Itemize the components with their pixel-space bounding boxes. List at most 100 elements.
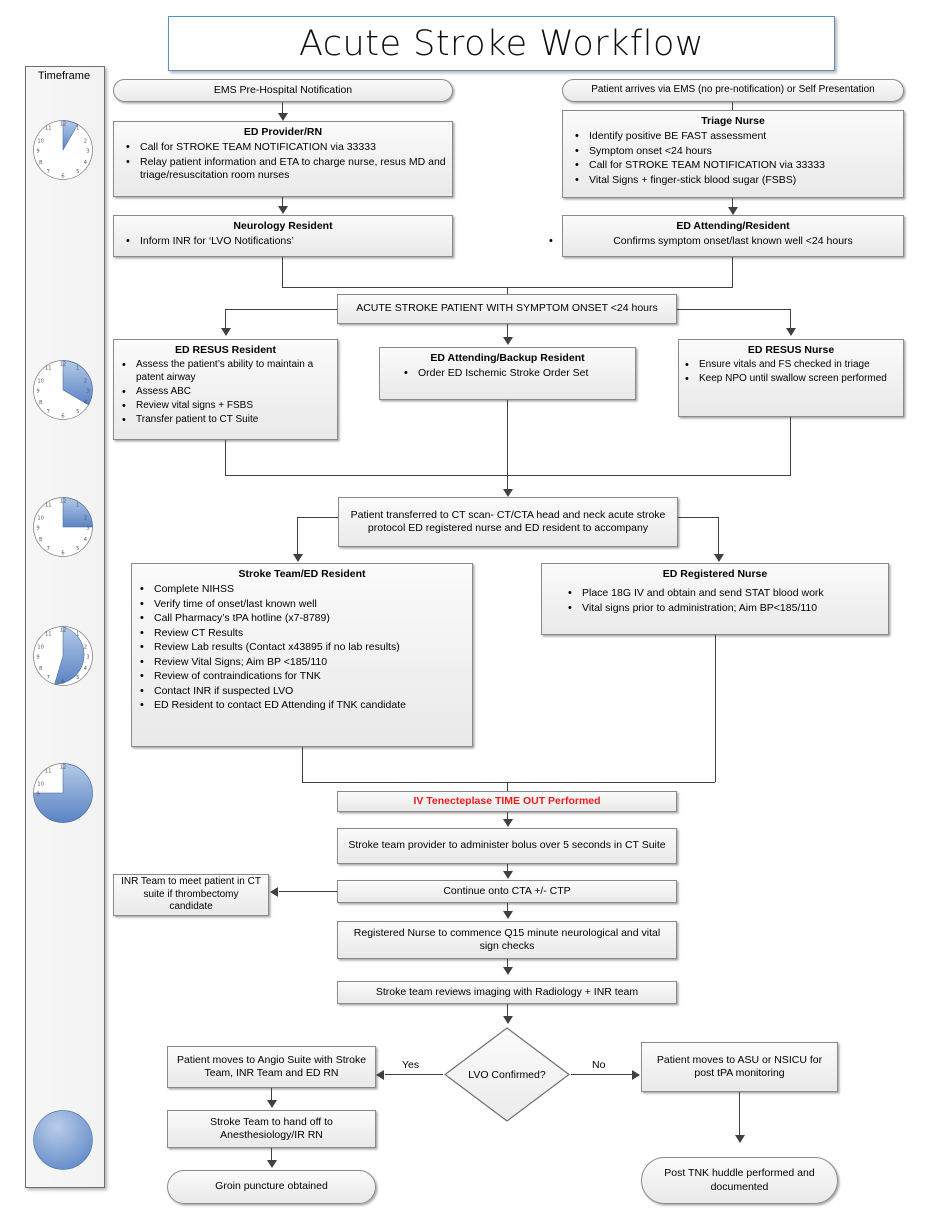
node-ed-resus-resident-title: ED RESUS Resident	[175, 344, 276, 356]
list-item: Assess the patient’s ability to maintain…	[122, 358, 337, 385]
list-item: Call for STROKE TEAM NOTIFICATION via 33…	[575, 158, 903, 173]
svg-text:1: 1	[76, 126, 79, 132]
svg-text:7: 7	[47, 546, 50, 552]
list-item: Vital Signs + finger-stick blood sugar (…	[575, 173, 903, 188]
svg-text:10: 10	[37, 515, 44, 521]
node-inr-team-meet[interactable]: INR Team to meet patient in CT suite if …	[113, 874, 269, 916]
node-ed-attending-backup[interactable]: ED Attending/Backup Resident Order ED Is…	[379, 347, 636, 400]
connector-stroketeam-down	[302, 747, 304, 782]
connector-resus-nurse-down	[790, 417, 792, 475]
node-ems-notification[interactable]: EMS Pre-Hospital Notification	[113, 79, 453, 102]
list-item: Review of contraindications for TNK	[140, 669, 472, 684]
connector-to-timeout	[507, 782, 509, 791]
arrowhead-left	[376, 1070, 384, 1080]
list-item: Vital signs prior to administration; Aim…	[568, 601, 888, 616]
list-item: Identify positive BE FAST assessment	[575, 129, 903, 144]
svg-text:5: 5	[76, 169, 79, 175]
arrowhead-left	[270, 887, 278, 897]
node-ed-resus-resident-list: Assess the patient’s ability to maintain…	[114, 358, 337, 426]
page-title: Acute Stroke Workflow	[168, 16, 835, 71]
svg-text:5: 5	[76, 546, 79, 552]
node-acute-stroke-patient-label: ACUTE STROKE PATIENT WITH SYMPTOM ONSET …	[356, 302, 658, 315]
connector-resus-resident-down	[225, 440, 227, 475]
connector-ct-right	[678, 517, 718, 519]
svg-text:10: 10	[37, 781, 44, 787]
node-lvo-confirmed[interactable]: LVO Confirmed?	[443, 1026, 571, 1123]
node-stroke-team-ed-resident[interactable]: Stroke Team/ED Resident Complete NIHSS V…	[131, 563, 473, 747]
node-lvo-confirmed-label: LVO Confirmed?	[468, 1068, 546, 1081]
node-continue-cta-label: Continue onto CTA +/- CTP	[443, 884, 571, 897]
node-stroke-team-ed-resident-list: Complete NIHSS Verify time of onset/last…	[132, 582, 472, 713]
svg-text:5: 5	[76, 675, 79, 681]
svg-text:3: 3	[86, 655, 89, 661]
node-ed-attending-backup-title: ED Attending/Backup Resident	[430, 352, 585, 364]
arrowhead-down	[714, 554, 724, 562]
node-q15-checks[interactable]: Registered Nurse to commence Q15 minute …	[337, 921, 677, 959]
clock-5-min-icon: 12 1 2 3 45 6 78 9 10 11	[31, 118, 95, 182]
node-acute-stroke-patient[interactable]: ACUTE STROKE PATIENT WITH SYMPTOM ONSET …	[337, 294, 677, 324]
list-item: Review vital signs + FSBS	[122, 399, 337, 413]
node-ed-registered-nurse-list: Place 18G IV and obtain and send STAT bl…	[542, 586, 888, 616]
node-triage-nurse-list: Identify positive BE FAST assessment Sym…	[563, 129, 903, 188]
node-patient-arrives[interactable]: Patient arrives via EMS (no pre-notifica…	[562, 79, 904, 102]
node-post-tnk-huddle[interactable]: Post TNK huddle performed and documented	[641, 1157, 838, 1204]
list-item: Complete NIHSS	[140, 582, 472, 597]
node-angio-suite[interactable]: Patient moves to Angio Suite with Stroke…	[167, 1046, 376, 1088]
svg-text:11: 11	[45, 503, 52, 509]
list-item: Keep NPO until swallow screen performed	[685, 372, 903, 386]
node-ed-attending-resident-list: Confirms symptom onset/last known well <…	[549, 234, 903, 249]
node-ed-resus-resident[interactable]: ED RESUS Resident Assess the patient’s a…	[113, 339, 338, 440]
clock-25-min-icon: 12 1 2 3 45 6 78 9 10 11	[31, 624, 95, 688]
arrowhead-down	[503, 819, 513, 827]
node-ed-resus-nurse[interactable]: ED RESUS Nurse Ensure vitals and FS chec…	[678, 339, 904, 417]
svg-text:11: 11	[45, 769, 52, 775]
node-ed-attending-resident[interactable]: ED Attending/Resident Confirms symptom o…	[549, 215, 904, 257]
svg-text:4: 4	[84, 160, 87, 166]
node-time-out[interactable]: IV Tenecteplase TIME OUT Performed	[337, 791, 677, 812]
arrowhead-down	[786, 328, 796, 336]
svg-text:6: 6	[61, 414, 64, 420]
list-item: Place 18G IV and obtain and send STAT bl…	[568, 586, 888, 601]
node-hand-off-label: Stroke Team to hand off to Anesthesiolog…	[210, 1115, 333, 1141]
node-reviews-imaging-label: Stroke team reviews imaging with Radiolo…	[375, 985, 639, 998]
svg-text:3: 3	[86, 389, 89, 395]
node-ed-attending-resident-title: ED Attending/Resident	[676, 220, 790, 232]
node-neurology-resident[interactable]: Neurology Resident Inform INR for ‘LVO N…	[113, 215, 453, 257]
svg-text:12: 12	[60, 499, 67, 505]
node-hand-off[interactable]: Stroke Team to hand off to Anesthesiolog…	[167, 1110, 376, 1148]
svg-text:2: 2	[84, 644, 87, 650]
list-item: Call for STROKE TEAM NOTIFICATION via 33…	[126, 140, 452, 155]
edge-label-yes: Yes	[402, 1059, 420, 1071]
svg-text:9: 9	[36, 389, 39, 395]
list-item: Ensure vitals and FS checked in triage	[685, 358, 903, 372]
node-inr-team-meet-label: INR Team to meet patient in CT suite if …	[121, 875, 261, 913]
node-reviews-imaging[interactable]: Stroke team reviews imaging with Radiolo…	[337, 981, 677, 1004]
node-administer-bolus-label: Stroke team provider to administer bolus…	[348, 839, 666, 852]
list-item: ED Resident to contact ED Attending if T…	[140, 698, 472, 713]
list-item: Confirms symptom onset/last known well <…	[549, 234, 903, 249]
svg-text:2: 2	[84, 515, 87, 521]
svg-text:4: 4	[84, 537, 87, 543]
connector-neuro-down	[282, 257, 284, 287]
svg-text:4: 4	[84, 666, 87, 672]
node-ed-registered-nurse-title: ED Registered Nurse	[662, 568, 768, 580]
node-continue-cta[interactable]: Continue onto CTA +/- CTP	[337, 880, 677, 903]
arrowhead-down	[503, 337, 513, 345]
svg-text:10: 10	[37, 644, 44, 650]
list-item: Assess ABC	[122, 385, 337, 399]
node-triage-nurse[interactable]: Triage Nurse Identify positive BE FAST a…	[562, 110, 904, 198]
svg-text:1: 1	[76, 366, 79, 372]
list-item: Verify time of onset/last known well	[140, 597, 472, 612]
arrowhead-down	[503, 489, 513, 497]
svg-text:9: 9	[36, 526, 39, 532]
node-asu-nsicu[interactable]: Patient moves to ASU or NSICU for post t…	[641, 1042, 838, 1092]
node-ed-registered-nurse[interactable]: ED Registered Nurse Place 18G IV and obt…	[541, 563, 889, 635]
arrowhead-down	[503, 871, 513, 879]
svg-text:8: 8	[39, 160, 42, 166]
node-groin-puncture[interactable]: Groin puncture obtained	[167, 1170, 376, 1204]
connector-yes	[385, 1074, 443, 1076]
svg-text:3: 3	[86, 526, 89, 532]
node-administer-bolus[interactable]: Stroke team provider to administer bolus…	[337, 828, 677, 864]
node-ed-provider-rn[interactable]: ED Provider/RN Call for STROKE TEAM NOTI…	[113, 121, 453, 197]
node-patient-transferred-ct[interactable]: Patient transferred to CT scan- CT/CTA h…	[338, 497, 678, 547]
